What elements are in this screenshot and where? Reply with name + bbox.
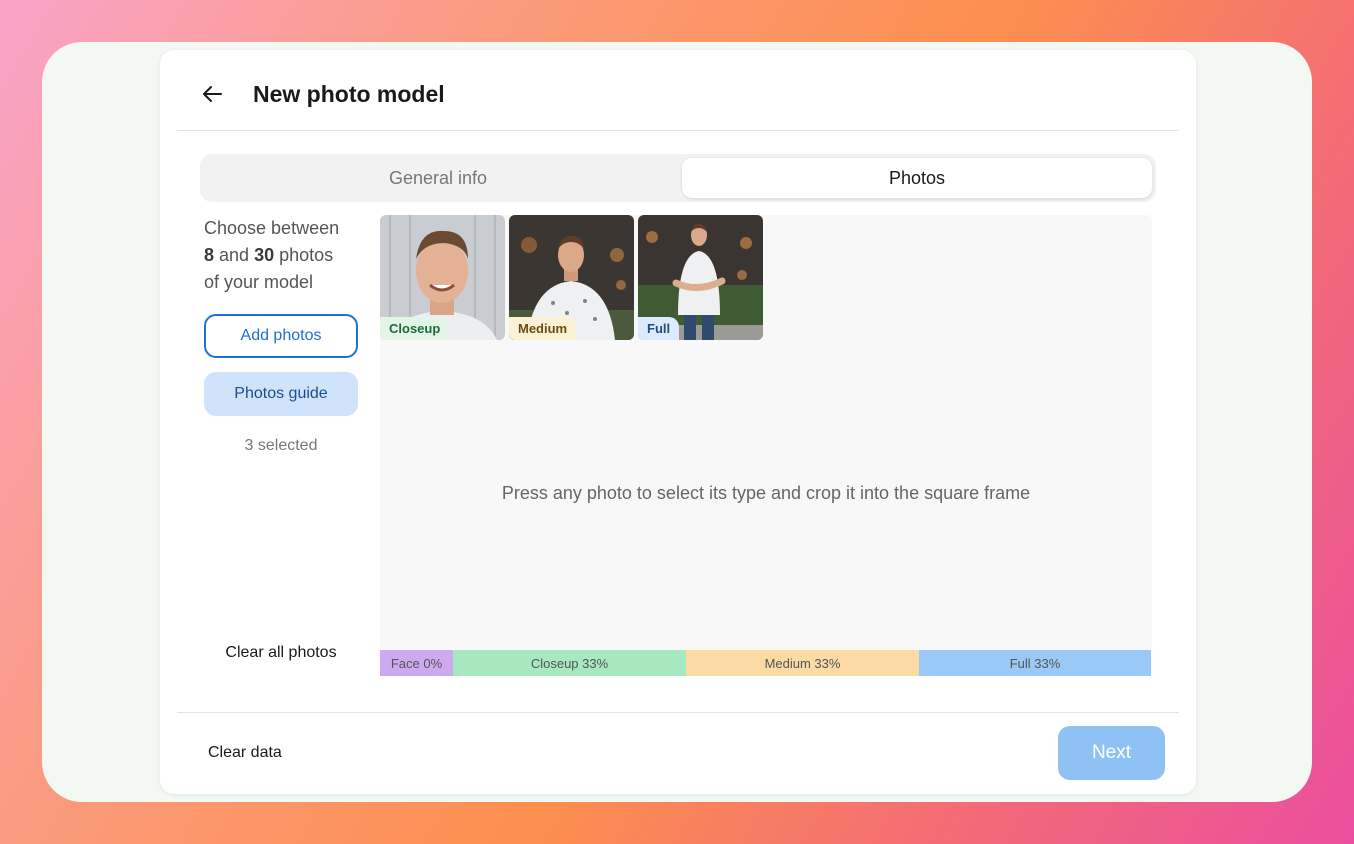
min-photos: 8	[204, 245, 215, 265]
distribution-segment-full: Full 33%	[919, 650, 1151, 676]
photos-guide-button[interactable]: Photos guide	[204, 372, 358, 416]
header-divider	[177, 130, 1179, 131]
page-title: New photo model	[253, 81, 445, 107]
photo-thumbnail-closeup[interactable]: Closeup	[380, 215, 505, 340]
clear-all-photos-button[interactable]: Clear all photos	[204, 644, 358, 662]
max-photos: 30	[254, 245, 275, 265]
photo-type-distribution-bar: Face 0% Closeup 33% Medium 33% Full 33%	[380, 650, 1152, 676]
next-button[interactable]: Next	[1058, 726, 1165, 780]
photo-thumbnail-full[interactable]: Full	[638, 215, 763, 340]
instruction-and: and	[219, 245, 250, 265]
photo-type-badge: Full	[638, 317, 680, 340]
dialog-header: New photo model	[160, 50, 1196, 130]
photos-sidebar: Choose between 8 and 30 photos of your m…	[204, 215, 360, 454]
selected-count: 3 selected	[244, 437, 318, 454]
back-button[interactable]	[198, 80, 226, 108]
tab-general-info[interactable]: General info	[204, 158, 672, 198]
add-photos-button[interactable]: Add photos	[204, 314, 358, 358]
photo-count-instruction: Choose between 8 and 30 photos of your m…	[204, 215, 360, 296]
instruction-photos: photos	[279, 245, 334, 265]
new-photo-model-dialog: New photo model General info Photos Choo…	[160, 50, 1196, 794]
instruction-suffix: of your model	[204, 272, 314, 292]
photo-type-badge: Medium	[509, 317, 577, 340]
tab-photos[interactable]: Photos	[682, 158, 1152, 198]
distribution-segment-closeup: Closeup 33%	[453, 650, 686, 676]
footer-divider	[177, 712, 1179, 713]
photo-select-hint: Press any photo to select its type and c…	[501, 483, 1031, 503]
photo-type-badge: Closeup	[380, 317, 450, 340]
distribution-segment-face: Face 0%	[380, 650, 453, 676]
tab-bar: General info Photos	[200, 154, 1156, 202]
arrow-left-icon	[203, 86, 222, 102]
photo-grid: Closeup Medium Full Press any photo to s…	[380, 215, 1152, 651]
clear-data-button[interactable]: Clear data	[208, 744, 282, 762]
distribution-segment-medium: Medium 33%	[686, 650, 919, 676]
photo-thumbnail-medium[interactable]: Medium	[509, 215, 634, 340]
instruction-prefix: Choose between	[204, 218, 340, 238]
